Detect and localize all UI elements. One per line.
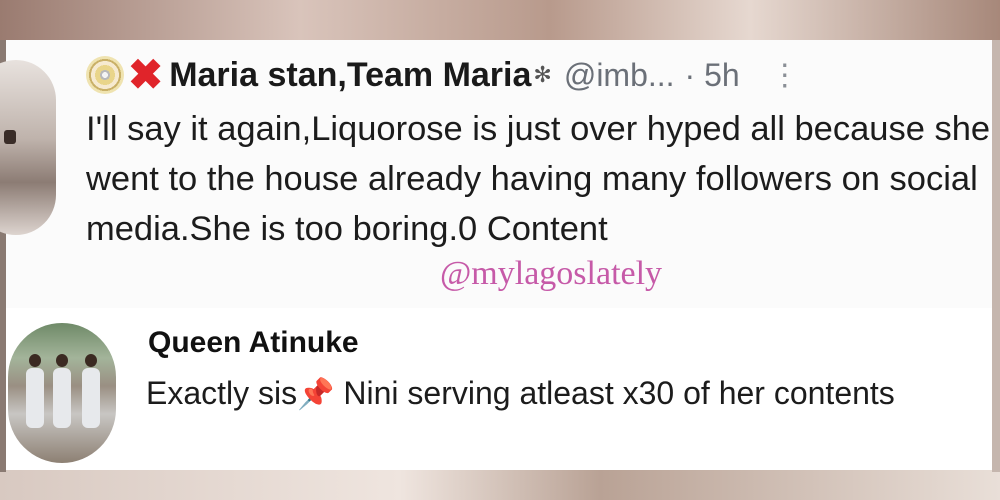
watermark: @mylagoslately xyxy=(440,255,663,292)
tweet-timestamp[interactable]: · 5h xyxy=(685,57,740,94)
avatar-detail xyxy=(4,130,16,144)
avatar-figure xyxy=(26,354,44,428)
background-photo-top xyxy=(0,0,1000,44)
reply-text-start: Exactly sis xyxy=(146,375,298,411)
more-icon[interactable]: ⋮ xyxy=(770,58,800,93)
tweet-header: ✖ Maria stan,Team Maria ✻ @imb... · 5h ⋮ xyxy=(86,50,800,100)
pushpin-icon: 📌 xyxy=(297,378,335,411)
reply-avatar[interactable] xyxy=(8,323,116,463)
reply-body: Exactly sis📌 Nini serving atleast x30 of… xyxy=(146,370,926,418)
tweet-handle[interactable]: @imb... xyxy=(564,57,675,94)
tweet-avatar[interactable] xyxy=(0,60,56,235)
avatar-figure xyxy=(82,354,100,428)
tweet-body: I'll say it again,Liquorose is just over… xyxy=(86,110,991,248)
background-photo-bottom xyxy=(0,470,1000,500)
background-edge-right xyxy=(992,40,1000,472)
cd-icon xyxy=(86,56,124,94)
tweet-display-name[interactable]: Maria stan,Team Maria xyxy=(169,56,531,95)
reply-author-name[interactable]: Queen Atinuke xyxy=(148,326,359,360)
red-x-icon: ✖ xyxy=(128,51,164,98)
gear-icon: ✻ xyxy=(533,62,552,87)
reply-card: Queen Atinuke Exactly sis📌 Nini serving … xyxy=(6,308,992,470)
avatar-figure xyxy=(53,354,71,428)
reply-text-end: Nini serving atleast x30 of her contents xyxy=(334,375,895,411)
